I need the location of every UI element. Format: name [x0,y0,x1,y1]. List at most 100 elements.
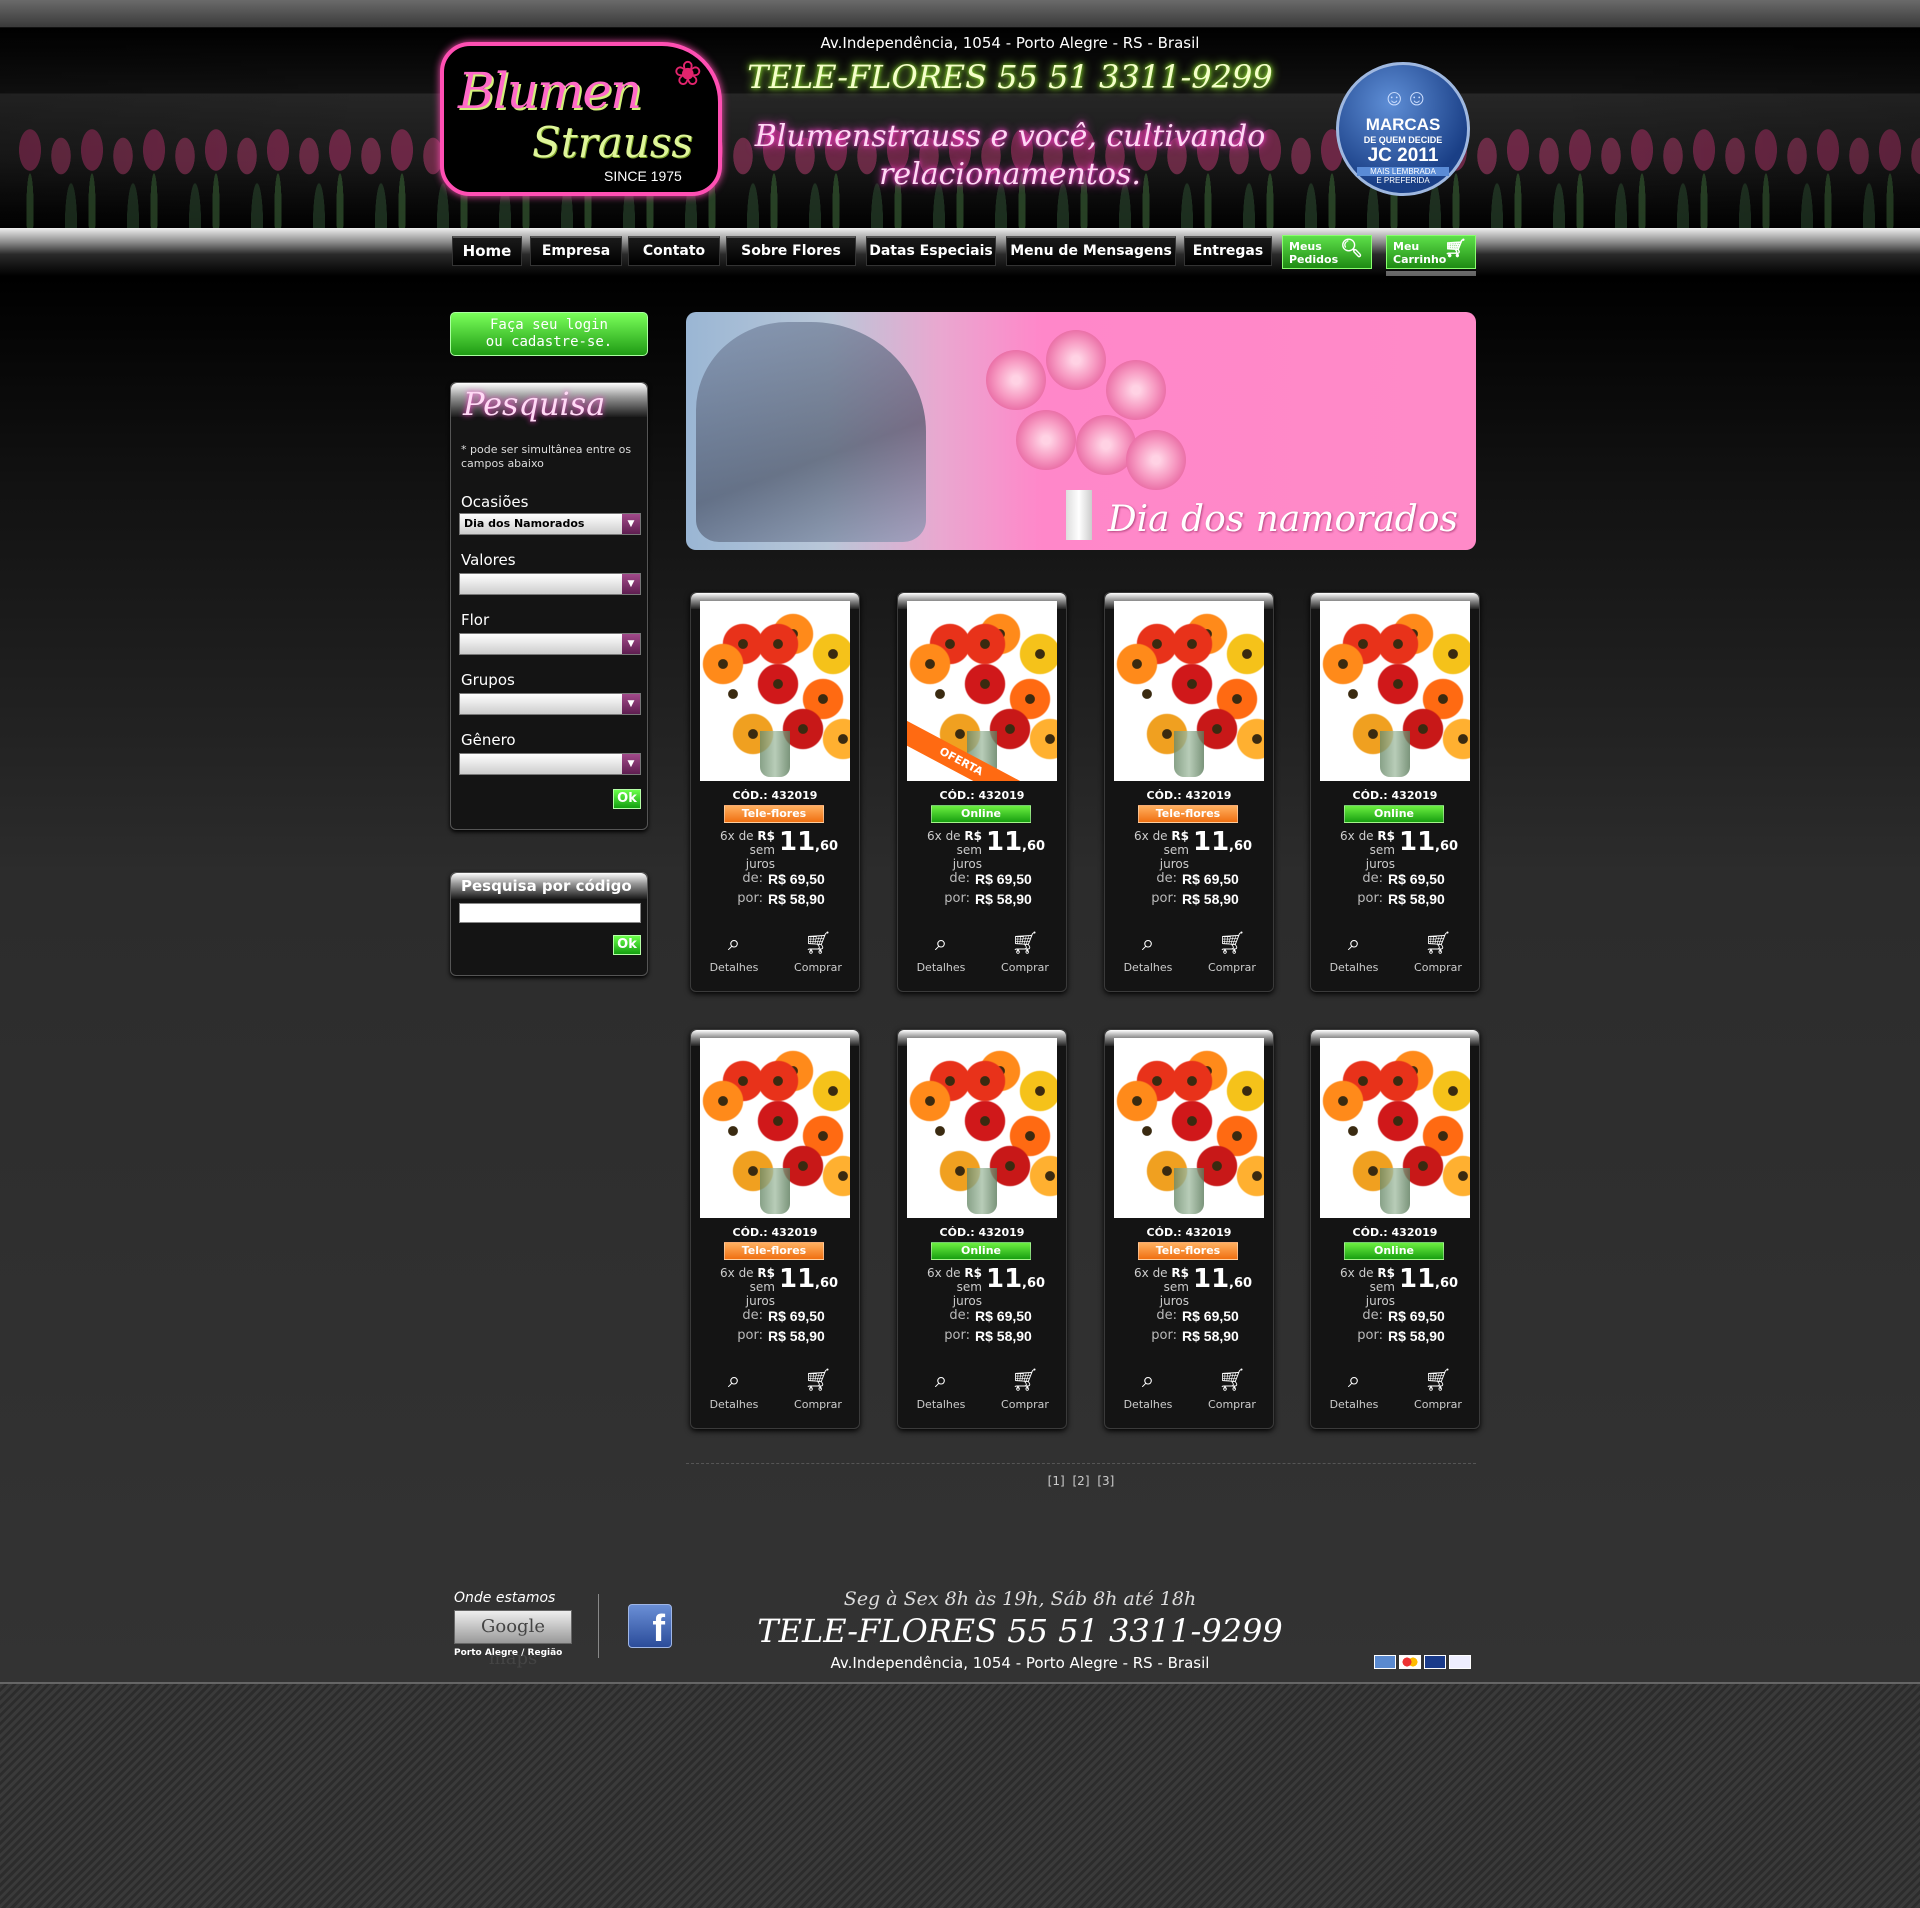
buy-button[interactable]: 🛒︎ Comprar [990,931,1060,974]
select-genero[interactable]: ▼ [459,753,641,775]
footer-hours: Seg à Sex 8h às 19h, Sáb 8h até 18h [843,1588,1197,1610]
installment-label: 6x de R$ sem juros [924,829,982,871]
select-valores[interactable]: ▼ [459,573,641,595]
channel-badge: Online [931,805,1031,823]
product-card[interactable]: CÓD.: 432019 Tele-flores 6x de R$ sem ju… [690,1029,860,1429]
installment-label: 6x de R$ sem juros [717,829,775,871]
product-card[interactable]: CÓD.: 432019 Online 6x de R$ sem juros 1… [897,1029,1067,1429]
header-slogan: Blumenstrauss e você, cultivando relacio… [700,118,1320,194]
nav-empresa[interactable]: Empresa [530,236,622,266]
nav-contato[interactable]: Contato [628,236,720,266]
meu-carrinho-button[interactable]: Meu Carrinho 🛒︎ [1386,235,1476,269]
nav-sobre-flores[interactable]: Sobre Flores [726,236,856,266]
product-card[interactable]: CÓD.: 432019 Tele-flores 6x de R$ sem ju… [1104,592,1274,992]
price-to-label: por: [737,891,763,906]
installment-currency: R$ [757,1266,775,1280]
channel-badge: Tele-flores [1138,805,1238,823]
details-button[interactable]: ⌕ Detalhes [1113,1368,1183,1411]
buy-button[interactable]: 🛒︎ Comprar [783,1368,853,1411]
page-bottom [0,1682,1920,1908]
price-from-value: R$ 69,50 [768,871,825,887]
details-button[interactable]: ⌕ Detalhes [1319,1368,1389,1411]
select-ocasioes[interactable]: Dia dos Namorados ▼ [459,513,641,535]
details-button[interactable]: ⌕ Detalhes [699,1368,769,1411]
footer-divider [598,1594,599,1658]
magnifier-icon: ⌕ [1141,1368,1155,1393]
nav-entregas[interactable]: Entregas [1184,236,1272,266]
meus-pedidos-button[interactable]: Meus Pedidos 🔍︎ [1282,235,1372,269]
installment-cents: ,60 [1022,839,1046,854]
installment-currency: R$ [1171,1266,1189,1280]
select-grupos[interactable]: ▼ [459,693,641,715]
buy-label: Comprar [1208,1398,1256,1411]
page-link-2[interactable]: [2] [1073,1474,1090,1488]
details-button[interactable]: ⌕ Detalhes [906,1368,976,1411]
buy-button[interactable]: 🛒︎ Comprar [1403,1368,1473,1411]
details-button[interactable]: ⌕ Detalhes [906,931,976,974]
field-label-genero: Gênero [461,731,516,749]
nav-menu-mensagens[interactable]: Menu de Mensagens [1006,236,1176,266]
buy-button[interactable]: 🛒︎ Comprar [1197,931,1267,974]
magnifier-icon: ⌕ [1347,931,1361,956]
product-image[interactable] [907,1038,1057,1218]
product-image[interactable] [1114,601,1264,781]
product-card[interactable]: CÓD.: 432019 Online 6x de R$ sem juros 1… [1310,1029,1480,1429]
installment-currency: R$ [964,829,982,843]
product-image[interactable] [1320,601,1470,781]
price-from-value: R$ 69,50 [975,1308,1032,1324]
price-from-value: R$ 69,50 [1182,1308,1239,1324]
cart-icon: 🛒︎ [1011,931,1039,956]
code-search-ok-button[interactable]: Ok [613,935,641,955]
product-code: CÓD.: 432019 [1146,1226,1232,1239]
product-card[interactable]: CÓD.: 432019 Tele-flores 6x de R$ sem ju… [690,592,860,992]
buy-button[interactable]: 🛒︎ Comprar [990,1368,1060,1411]
top-strip [0,0,1920,28]
page-link-3[interactable]: [3] [1097,1474,1114,1488]
details-button[interactable]: ⌕ Detalhes [1319,931,1389,974]
details-button[interactable]: ⌕ Detalhes [699,931,769,974]
site-logo[interactable]: Blumen Strauss SINCE 1975 ❀ [440,42,722,196]
price-to-value: R$ 58,90 [768,891,825,907]
nav-home[interactable]: Home [452,236,522,266]
product-image[interactable] [700,601,850,781]
search-ok-button[interactable]: Ok [613,789,641,809]
login-button[interactable]: Faça seu login ou cadastre-se. [450,312,648,356]
cart-icon: 🛒︎ [1424,1368,1452,1393]
buy-label: Comprar [794,1398,842,1411]
details-button[interactable]: ⌕ Detalhes [1113,931,1183,974]
product-card[interactable]: CÓD.: 432019 Tele-flores 6x de R$ sem ju… [1104,1029,1274,1429]
price-to-label: por: [1357,891,1383,906]
logo-since: SINCE 1975 [604,168,682,184]
price-from-value: R$ 69,50 [768,1308,825,1324]
nav-datas-especiais[interactable]: Datas Especiais [866,236,996,266]
login-line-1: Faça seu login [489,317,608,333]
installment-value: 11 [1193,827,1230,857]
cart-icon: 🛒︎ [1218,931,1246,956]
installment-currency: R$ [1377,829,1395,843]
facebook-icon[interactable]: f [628,1604,672,1650]
product-image[interactable] [1114,1038,1264,1218]
product-image[interactable] [1320,1038,1470,1218]
product-image[interactable] [700,1038,850,1218]
product-card[interactable]: OFERTA CÓD.: 432019 Online 6x de R$ sem … [897,592,1067,992]
product-card[interactable]: CÓD.: 432019 Online 6x de R$ sem juros 1… [1310,592,1480,992]
installment-currency: R$ [1377,1266,1395,1280]
buy-button[interactable]: 🛒︎ Comprar [783,931,853,974]
google-maps-link[interactable]: Google maps [454,1610,572,1669]
code-search-input[interactable] [459,903,641,923]
promo-banner[interactable]: Dia dos namorados [686,312,1476,550]
select-flor[interactable]: ▼ [459,633,641,655]
chevron-down-icon: ▼ [622,514,640,534]
details-label: Detalhes [1123,961,1173,974]
product-image[interactable]: OFERTA [907,601,1057,781]
slogan-line-2: relacionamentos. [879,157,1141,192]
magnifier-icon: ⌕ [934,931,948,956]
details-label: Detalhes [709,961,759,974]
field-label-ocasioes: Ocasiões [461,493,529,511]
installment-value: 11 [779,1264,816,1294]
installment-cents: ,60 [1435,1276,1459,1291]
buy-button[interactable]: 🛒︎ Comprar [1403,931,1473,974]
footer-address: Av.Independência, 1054 - Porto Alegre - … [830,1654,1210,1672]
buy-button[interactable]: 🛒︎ Comprar [1197,1368,1267,1411]
page-link-1[interactable]: [1] [1048,1474,1065,1488]
